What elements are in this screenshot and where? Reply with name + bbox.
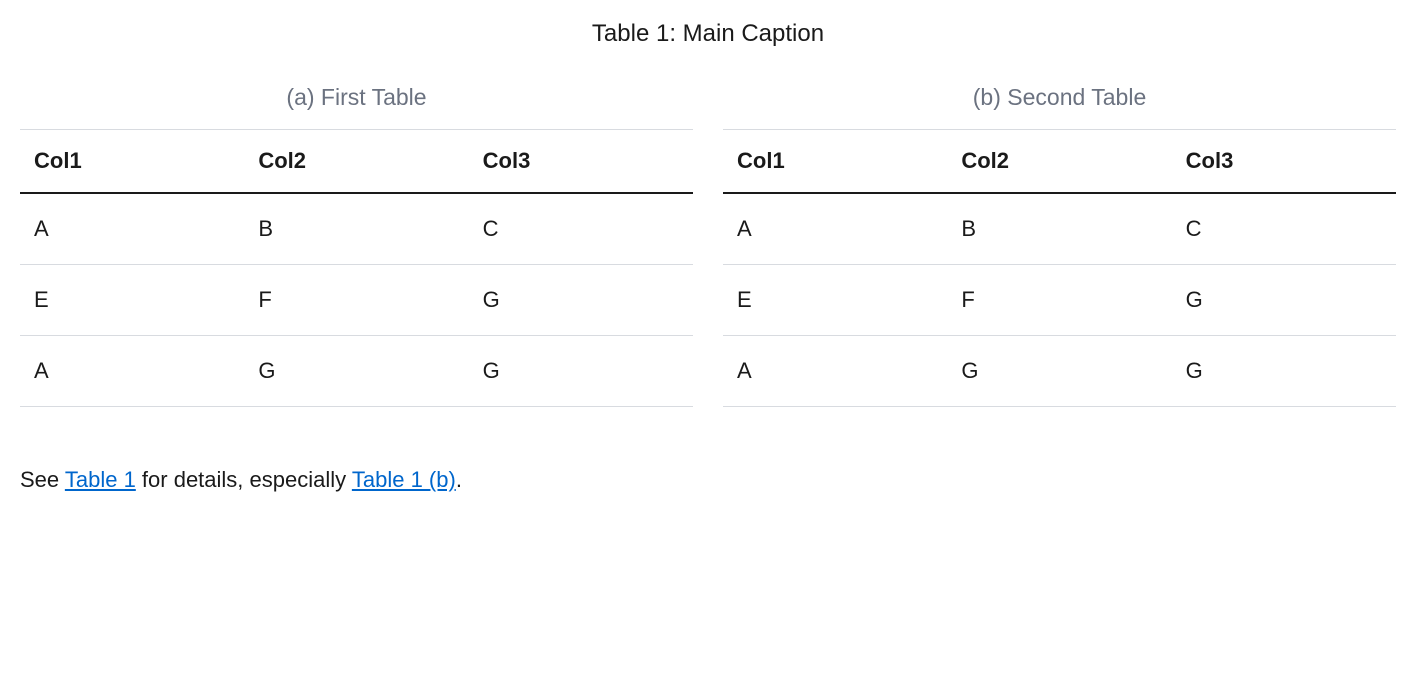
table-a-header: Col3 [469,130,693,194]
table-cell: F [947,265,1171,336]
table-cell: G [244,336,468,407]
table-cell: E [723,265,947,336]
table-cell: F [244,265,468,336]
table-cell: G [469,336,693,407]
table-cell: G [1172,265,1396,336]
table-row: A G G [20,336,693,407]
table-cell: E [20,265,244,336]
table-a-header: Col1 [20,130,244,194]
table-row: E F G [20,265,693,336]
table-b-header: Col1 [723,130,947,194]
table-cell: G [947,336,1171,407]
table-cell: G [469,265,693,336]
link-table-1[interactable]: Table 1 [65,467,136,492]
table-row: E F G [723,265,1396,336]
table-row: A B C [723,193,1396,265]
table-cell: A [20,336,244,407]
table-row: A B C [20,193,693,265]
subtable-b-caption: (b) Second Table [723,84,1396,111]
table-cell: C [1172,193,1396,265]
footnote-text: . [456,467,462,492]
table-cell: C [469,193,693,265]
table-a-header-row: Col1 Col2 Col3 [20,130,693,194]
table-cell: B [244,193,468,265]
link-table-1-b[interactable]: Table 1 (b) [352,467,456,492]
footnote-text: for details, especially [136,467,352,492]
table-cell: A [20,193,244,265]
table-b-header: Col3 [1172,130,1396,194]
table-a: Col1 Col2 Col3 A B C E F G A G [20,129,693,407]
subtable-a-caption: (a) First Table [20,84,693,111]
subtable-b: (b) Second Table Col1 Col2 Col3 A B C E … [723,84,1396,407]
subtable-a: (a) First Table Col1 Col2 Col3 A B C E F [20,84,693,407]
table-cell: G [1172,336,1396,407]
main-caption: Table 1: Main Caption [20,20,1396,48]
footnote-text: See [20,467,65,492]
table-b-header-row: Col1 Col2 Col3 [723,130,1396,194]
table-row: A G G [723,336,1396,407]
footnote: See Table 1 for details, especially Tabl… [20,467,1396,493]
table-b-header: Col2 [947,130,1171,194]
table-cell: B [947,193,1171,265]
table-b: Col1 Col2 Col3 A B C E F G A G [723,129,1396,407]
tables-row: (a) First Table Col1 Col2 Col3 A B C E F [20,84,1396,407]
table-a-header: Col2 [244,130,468,194]
table-cell: A [723,336,947,407]
table-cell: A [723,193,947,265]
